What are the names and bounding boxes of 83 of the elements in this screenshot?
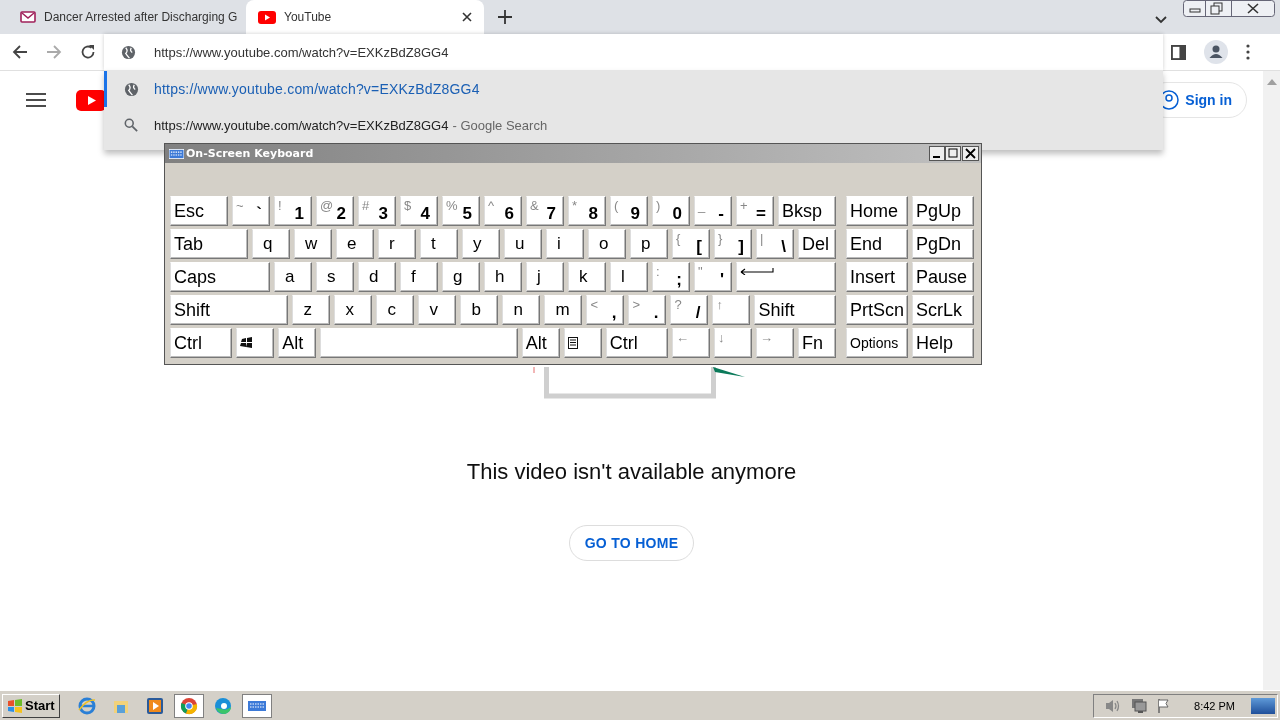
keyboard-key[interactable]: s (316, 262, 354, 292)
keyboard-key[interactable]: t (420, 229, 458, 259)
keyboard-key[interactable]: v (418, 295, 457, 325)
keyboard-key[interactable]: z (292, 295, 331, 325)
keyboard-key[interactable]: a (274, 262, 312, 292)
keyboard-key[interactable]: > . (628, 295, 667, 325)
keyboard-key[interactable]: n (502, 295, 541, 325)
keyboard-key[interactable]: & 7 (526, 196, 564, 226)
keyboard-key[interactable]: q (252, 229, 290, 259)
keyboard-key[interactable]: ↑ (712, 295, 751, 325)
keyboard-key[interactable]: f (400, 262, 438, 292)
keyboard-key[interactable]: ↓ (714, 328, 752, 358)
keyboard-key[interactable]: l (610, 262, 648, 292)
keyboard-key[interactable]: i (546, 229, 584, 259)
keyboard-key[interactable]: Insert (846, 262, 908, 292)
keyboard-key[interactable]: Esc (170, 196, 228, 226)
keyboard-key[interactable]: h (484, 262, 522, 292)
keyboard-key[interactable]: o (588, 229, 626, 259)
keyboard-key[interactable]: j (526, 262, 564, 292)
keyboard-key[interactable]: ? / (670, 295, 709, 325)
keyboard-key[interactable]: " ' (694, 262, 732, 292)
keyboard-key[interactable]: r (378, 229, 416, 259)
keyboard-key[interactable]: Shift (754, 295, 836, 325)
keyboard-key[interactable]: PrtScn (846, 295, 908, 325)
keyboard-key[interactable]: Ctrl (170, 328, 233, 358)
keyboard-key[interactable]: Alt (521, 328, 560, 358)
keyboard-key[interactable]: Options (846, 328, 908, 358)
keyboard-key[interactable]: % 5 (442, 196, 480, 226)
keyboard-key[interactable]: p (630, 229, 668, 259)
keyboard-key[interactable]: Ctrl (605, 328, 668, 358)
keyboard-key[interactable]: w (294, 229, 332, 259)
keyboard-key[interactable]: + = (736, 196, 774, 226)
keyboard-key[interactable]: } ] (714, 229, 752, 259)
keyboard-key[interactable]: _ - (694, 196, 732, 226)
keyboard-key[interactable]: ScrLk (912, 295, 974, 325)
keyboard-key[interactable]: PgUp (912, 196, 974, 226)
keyboard-key[interactable]: | \ (756, 229, 794, 259)
keyboard-key[interactable]: ! 1 (274, 196, 312, 226)
keyboard-key[interactable]: k (568, 262, 606, 292)
keyboard-key[interactable]: u (504, 229, 542, 259)
keyboard-key[interactable]: End (846, 229, 908, 259)
tab-title: Dancer Arrested after Discharging G (44, 10, 238, 24)
keyboard-key[interactable]: # 3 (358, 196, 396, 226)
keyboard-key[interactable]: Shift (170, 295, 289, 325)
browser-tab[interactable]: Dancer Arrested after Discharging G (8, 0, 246, 34)
keyboard-key[interactable]: Fn (798, 328, 836, 358)
keyboard-key[interactable]: d (358, 262, 396, 292)
keyboard-key[interactable]: Alt (278, 328, 317, 358)
keyboard-key[interactable]: ^ 6 (484, 196, 522, 226)
keyboard-key[interactable]: Caps (170, 262, 270, 292)
keyboard-key[interactable]: m (544, 295, 583, 325)
go-to-home-button[interactable]: GO TO HOME (568, 525, 695, 561)
keyboard-key[interactable]: $ 4 (400, 196, 438, 226)
keyboard-key[interactable]: @ 2 (316, 196, 354, 226)
keyboard-key[interactable]: ← (672, 328, 710, 358)
keyboard-key[interactable]: Del (798, 229, 836, 259)
tab-title: YouTube (284, 10, 333, 24)
keyboard-key[interactable]: → (756, 328, 794, 358)
keyboard-key[interactable]: < , (586, 295, 625, 325)
keyboard-key[interactable]: ~ ` (232, 196, 270, 226)
keyboard-key[interactable]: * 8 (568, 196, 606, 226)
keyboard-key[interactable]: PgDn (912, 229, 974, 259)
keyboard-key[interactable]: Home (846, 196, 908, 226)
keyboard-key[interactable]: Bksp (778, 196, 836, 226)
keyboard-key[interactable]: y (462, 229, 500, 259)
window-title: On-Screen Keyboard (186, 147, 314, 160)
keyboard-key[interactable]: { [ (672, 229, 710, 259)
browser-tab[interactable]: YouTube (246, 0, 484, 34)
keyboard-key[interactable]: c (376, 295, 415, 325)
clock[interactable]: 8:42 PM (1194, 699, 1235, 712)
keyboard-key[interactable]: ( 9 (610, 196, 648, 226)
keyboard-key[interactable]: Tab (170, 229, 248, 259)
keyboard-key[interactable]: Pause (912, 262, 974, 292)
keyboard-key[interactable]: : ; (652, 262, 690, 292)
error-message: This video isn't available anymore (466, 459, 797, 485)
start-button[interactable]: Start (2, 693, 60, 718)
url-field[interactable]: https://www.youtube.com/watch?v=EXKzBdZ8GG4 (154, 44, 1163, 60)
keyboard-key[interactable]: Help (912, 328, 974, 358)
keyboard-key[interactable]: x (334, 295, 373, 325)
keyboard-key[interactable]: e (336, 229, 374, 259)
keyboard-key[interactable]: ) 0 (652, 196, 690, 226)
keyboard-key[interactable]: b (460, 295, 499, 325)
keyboard-key[interactable]: g (442, 262, 480, 292)
